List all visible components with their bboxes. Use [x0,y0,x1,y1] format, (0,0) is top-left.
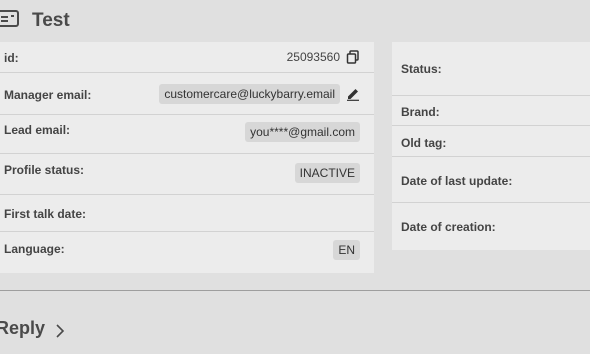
old-tag-row: Old tag: [392,126,590,157]
old-tag-label: Old tag: [401,136,447,150]
language-label: Language: [4,242,65,256]
manager-email-label: Manager email: [4,88,92,102]
id-card-icon [0,9,20,29]
profile-status-row: Profile status: INACTIVE [0,154,374,195]
last-update-row: Date of last update: [392,157,590,203]
lead-email-row: Lead email: you****@gmail.com [0,115,374,154]
creation-label: Date of creation: [401,220,496,234]
reply-toggle[interactable]: Reply [0,318,65,339]
id-label: id: [4,51,19,65]
language-row: Language: EN [0,232,374,273]
section-divider [0,290,590,291]
first-talk-date-row: First talk date: [0,195,374,232]
lead-email-value-group: you****@gmail.com [245,122,360,142]
profile-status-value-group: INACTIVE [294,163,360,183]
creation-row: Date of creation: [392,203,590,250]
status-row: Status: [392,42,590,96]
status-label: Status: [401,62,442,76]
lead-email-label: Lead email: [4,123,71,137]
profile-status-badge: INACTIVE [294,163,360,183]
profile-status-label: Profile status: [4,163,85,177]
copy-icon[interactable] [346,50,360,64]
language-badge: EN [333,240,360,260]
last-update-label: Date of last update: [401,174,513,188]
first-talk-date-label: First talk date: [4,207,87,221]
manager-email-chip: customercare@luckybarry.email [159,84,340,104]
brand-label: Brand: [401,105,440,119]
id-value-group: 25093560 [287,50,360,64]
lead-email-chip: you****@gmail.com [245,122,360,142]
id-row: id: 25093560 [0,42,374,73]
reply-label: Reply [0,318,46,338]
manager-email-row: Manager email: customercare@luckybarry.e… [0,73,374,115]
details-panel-right: Status: Brand: Old tag: Date of last upd… [392,42,590,250]
manager-email-value-group: customercare@luckybarry.email [159,84,360,104]
id-value: 25093560 [286,50,340,64]
chevron-right-icon [55,322,65,338]
page-header: Test [0,0,590,42]
edit-icon[interactable] [346,87,360,101]
language-value-group: EN [333,240,360,260]
details-panel-left: id: 25093560 Manager email: customercare… [0,42,374,273]
brand-row: Brand: [392,96,590,126]
page-title: Test [32,10,70,31]
